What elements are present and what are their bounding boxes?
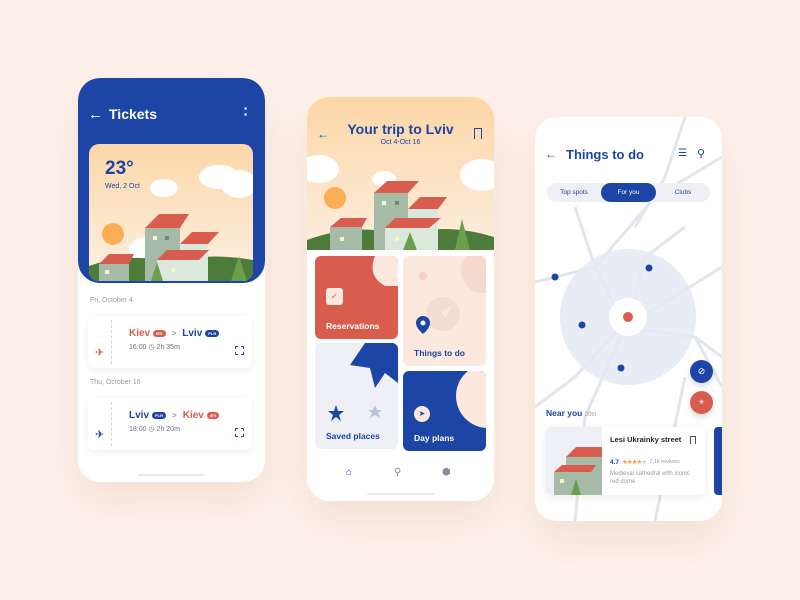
day-label: Thu, October 16	[90, 379, 141, 386]
place-thumbnail	[546, 427, 602, 495]
route: Kiev IEV > Lviv PLR	[129, 328, 220, 339]
tab-top-spots[interactable]: Top spots	[547, 183, 601, 202]
temperature: 23°	[105, 158, 134, 179]
segment-tabs: Top spots For you Clubs	[547, 183, 710, 202]
home-icon[interactable]: ⌂	[346, 467, 352, 478]
from-code-badge: PLR	[152, 412, 167, 419]
tile-reservations[interactable]: ✓ Reservations	[315, 256, 398, 339]
settings-icon[interactable]: ⬢	[442, 467, 451, 478]
bookmark-icon[interactable]	[474, 128, 482, 139]
to-code-badge: PLR	[205, 330, 220, 337]
place-card[interactable]: Lesi Ukrainky street 4.7 ★★★★★ 7,1k revi…	[546, 427, 705, 495]
arrow-left-icon[interactable]: ←	[545, 147, 557, 161]
star-icon	[328, 405, 344, 421]
rating-value: 4.7	[610, 458, 620, 466]
tile-saved-places[interactable]: Saved places	[315, 343, 398, 449]
weather-date: Wed, 2 Oct	[105, 183, 140, 190]
map-pin-icon	[416, 316, 430, 334]
things-screen: ← Things to do ☰ ⚲ Top spots For you Clu…	[535, 117, 722, 521]
near-distance: 20m	[584, 412, 597, 418]
more-vertical-icon[interactable]: · ·	[242, 101, 250, 121]
trip-dates: Oct 4-Oct 16	[380, 139, 421, 146]
calendar-check-icon: ✓	[326, 288, 343, 305]
from-city: Lviv	[129, 410, 150, 421]
ticket-meta: 16:00 ◷ 2h 35m	[129, 343, 180, 351]
tab-for-you[interactable]: For you	[601, 183, 656, 202]
clock-icon: ◷	[148, 344, 157, 351]
departure-time: 16:00	[129, 344, 147, 351]
place-name: Lesi Ukrainky street	[610, 435, 682, 444]
weather-card: 23° Wed, 2 Oct	[89, 144, 253, 281]
route-arrow: >	[172, 411, 177, 420]
scan-qr-icon[interactable]	[235, 346, 244, 355]
near-you-heading: Near you 20m	[546, 408, 596, 418]
plane-arrival-icon: ✈	[95, 429, 105, 441]
route-arrow: >	[171, 329, 177, 338]
ticket-divider	[111, 402, 112, 446]
duration: 2h 20m	[156, 426, 180, 433]
route: Lviv PLR > Kiev IEV	[129, 410, 220, 421]
trip-screen: ← Your trip to Lviv Oct 4-Oct 16 ✓ Reser…	[307, 97, 494, 501]
tile-label: Saved places	[326, 431, 380, 441]
home-indicator	[367, 493, 434, 495]
tile-label: Reservations	[326, 321, 380, 331]
tab-clubs[interactable]: Clubs	[656, 183, 710, 202]
ticket-card[interactable]: ✈ Kiev IEV > Lviv PLR 16:00 ◷ 2h 35m	[88, 316, 252, 368]
near-label: Near you	[546, 408, 583, 418]
departure-time: 18:00	[129, 426, 147, 433]
page-title: Things to do	[566, 147, 644, 162]
to-city: Lviv	[182, 328, 203, 339]
trip-hero	[307, 97, 494, 250]
home-indicator	[138, 474, 205, 476]
search-icon[interactable]: ⚲	[394, 467, 401, 478]
from-code-badge: IEV	[153, 330, 166, 337]
locate-me-button[interactable]: ⌖	[690, 391, 713, 414]
page-title: Your trip to Lviv	[347, 121, 454, 137]
tile-label: Things to do	[414, 348, 465, 358]
arrow-left-icon[interactable]: ←	[88, 106, 103, 123]
search-icon[interactable]: ⚲	[697, 147, 705, 160]
plane-departure-icon: ✈	[95, 347, 105, 359]
list-filter-icon[interactable]: ☰	[678, 148, 687, 159]
place-rating: 4.7 ★★★★★ 7,1k reviews	[610, 458, 680, 467]
city-illustration	[307, 155, 494, 250]
to-city: Kiev	[182, 410, 204, 421]
duration: 2h 35m	[156, 344, 180, 351]
rating-stars: ★★★★★	[622, 459, 647, 466]
tile-day-plans[interactable]: ➤ Day plans	[403, 371, 486, 451]
tile-things-to-do[interactable]: Things to do	[403, 256, 486, 366]
from-city: Kiev	[129, 328, 151, 339]
compass-button[interactable]: ⊘	[690, 360, 713, 383]
next-place-card[interactable]	[714, 427, 722, 495]
scan-qr-icon[interactable]	[235, 428, 244, 437]
day-label: Fri, October 4	[90, 297, 133, 304]
reviews-count: 7,1k reviews	[649, 459, 680, 465]
page-title: Tickets	[109, 106, 157, 122]
to-code-badge: IEV	[206, 412, 220, 419]
place-description: Medieval cathedral with iconic red dome	[610, 471, 690, 485]
navigation-arrow-icon: ➤	[414, 406, 430, 422]
clock-icon: ◷	[148, 426, 157, 433]
ticket-divider	[111, 320, 112, 364]
bookmark-icon[interactable]	[690, 436, 696, 444]
ticket-meta: 18:00 ◷ 2h 20m	[129, 425, 180, 433]
ticket-card[interactable]: ✈ Lviv PLR > Kiev IEV 18:00 ◷ 2h 20m	[88, 398, 252, 450]
tickets-screen: ← Tickets · · 23° Wed, 2 Oct Fri, October…	[78, 78, 265, 482]
tile-label: Day plans	[414, 433, 455, 443]
